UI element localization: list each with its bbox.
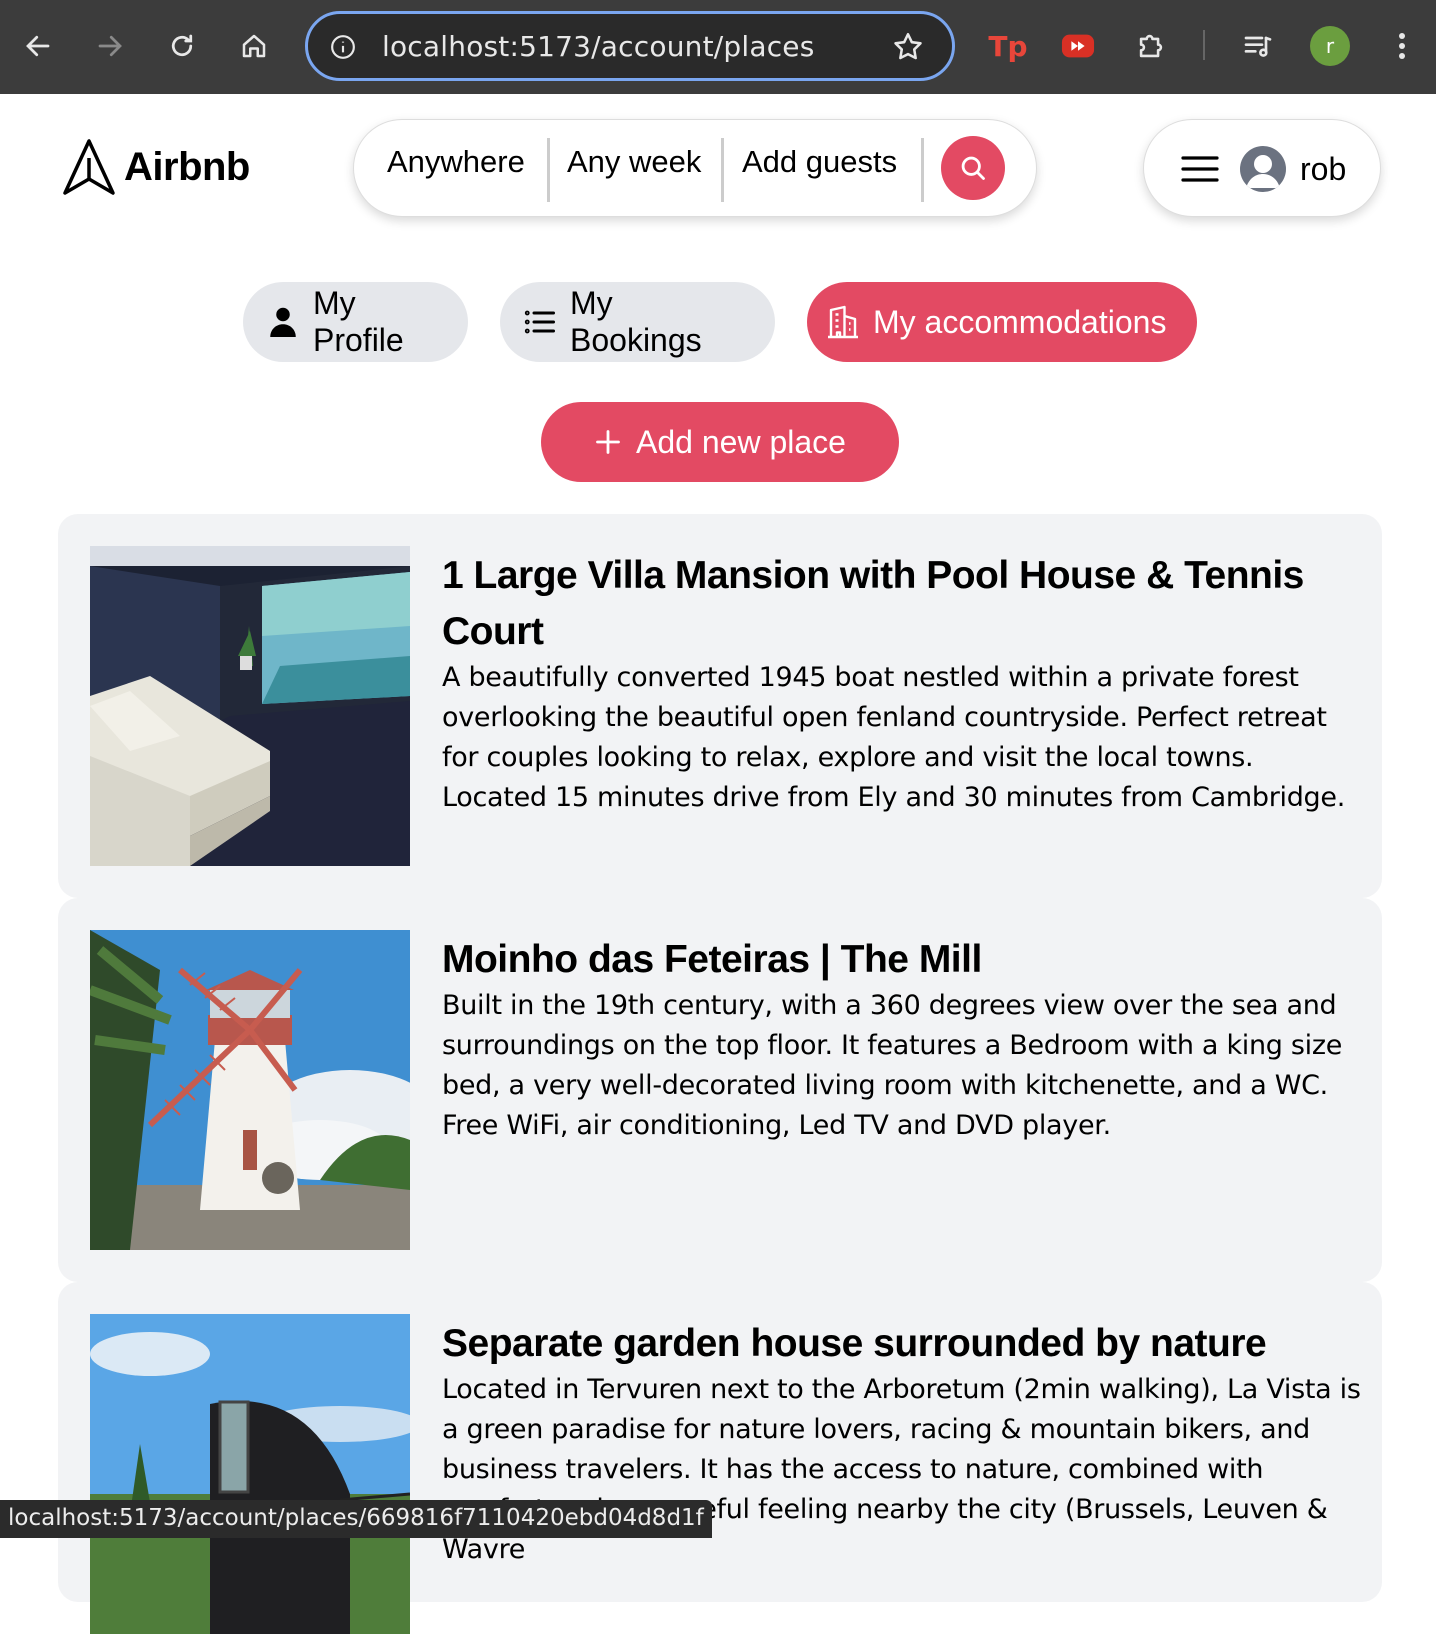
profile-avatar[interactable]: r xyxy=(1310,26,1350,66)
place-card[interactable]: Separate garden house surrounded by natu… xyxy=(58,1282,1382,1634)
building-icon xyxy=(828,305,858,339)
url-text: localhost:5173/account/places xyxy=(382,30,815,63)
place-photo xyxy=(90,930,410,1250)
home-button[interactable] xyxy=(232,24,276,68)
plus-icon xyxy=(596,430,620,454)
back-button[interactable] xyxy=(16,24,60,68)
forward-button[interactable] xyxy=(88,24,132,68)
place-photo xyxy=(90,1314,410,1634)
browser-toolbar: localhost:5173/account/places Tp r xyxy=(0,0,1436,94)
place-card[interactable]: Moinho das Feteiras | The Mill Built in … xyxy=(58,898,1382,1282)
place-card[interactable]: 1 Large Villa Mansion with Pool House & … xyxy=(58,514,1382,898)
user-avatar-icon xyxy=(1240,146,1286,192)
airbnb-logo[interactable]: Airbnb xyxy=(62,138,250,196)
user-menu-button[interactable]: rob xyxy=(1143,119,1381,217)
place-description: Located in Tervuren next to the Arboretu… xyxy=(442,1374,1361,1565)
tab-label: My accommodations xyxy=(873,303,1167,340)
search-divider xyxy=(721,138,724,202)
reload-button[interactable] xyxy=(160,24,204,68)
tab-my-bookings[interactable]: My Bookings xyxy=(500,282,775,362)
reload-icon xyxy=(171,34,193,57)
person-icon xyxy=(270,307,296,337)
star-icon[interactable] xyxy=(891,30,925,64)
search-any-week[interactable]: Any week xyxy=(567,144,701,180)
tab-label: My Profile xyxy=(313,285,404,358)
paper-plane-icon xyxy=(63,139,115,195)
place-description: A beautifully converted 1945 boat nestle… xyxy=(442,662,1345,813)
arrow-left-icon xyxy=(26,35,50,57)
search-anywhere[interactable]: Anywhere xyxy=(387,144,525,180)
status-bar-link: localhost:5173/account/places/669816f711… xyxy=(0,1500,712,1538)
place-title: Separate garden house surrounded by natu… xyxy=(442,1322,1267,1365)
place-description: Built in the 19th century, with a 360 de… xyxy=(442,990,1343,1141)
search-add-guests[interactable]: Add guests xyxy=(742,144,897,180)
extension-tp-icon[interactable]: Tp xyxy=(988,26,1028,66)
arrow-right-icon xyxy=(98,35,122,57)
search-button[interactable] xyxy=(941,136,1005,200)
tab-my-accommodations[interactable]: My accommodations xyxy=(807,282,1197,362)
extension-video-icon[interactable] xyxy=(1060,26,1096,66)
search-bar[interactable]: Anywhere Any week Add guests xyxy=(353,119,1037,217)
search-divider xyxy=(547,138,550,202)
place-photo xyxy=(90,546,410,866)
search-divider xyxy=(921,138,924,202)
home-icon xyxy=(242,34,266,58)
info-icon[interactable] xyxy=(330,34,356,60)
tab-label: My Bookings xyxy=(570,285,702,358)
extensions-puzzle-icon[interactable] xyxy=(1133,26,1169,66)
media-playlist-icon[interactable] xyxy=(1240,26,1276,66)
tab-my-profile[interactable]: My Profile xyxy=(243,282,468,362)
list-icon xyxy=(524,310,555,334)
place-title: 1 Large Villa Mansion with Pool House & … xyxy=(442,554,1304,653)
search-icon xyxy=(961,156,985,180)
logo-text: Airbnb xyxy=(124,144,250,189)
hamburger-icon xyxy=(1181,156,1219,182)
place-title: Moinho das Feteiras | The Mill xyxy=(442,938,982,981)
toolbar-divider xyxy=(1203,30,1205,60)
add-new-place-label: Add new place xyxy=(636,423,846,460)
more-menu-icon[interactable] xyxy=(1390,26,1414,66)
username: rob xyxy=(1300,151,1347,187)
add-new-place-button[interactable]: Add new place xyxy=(541,402,899,482)
address-bar[interactable]: localhost:5173/account/places xyxy=(305,11,955,81)
